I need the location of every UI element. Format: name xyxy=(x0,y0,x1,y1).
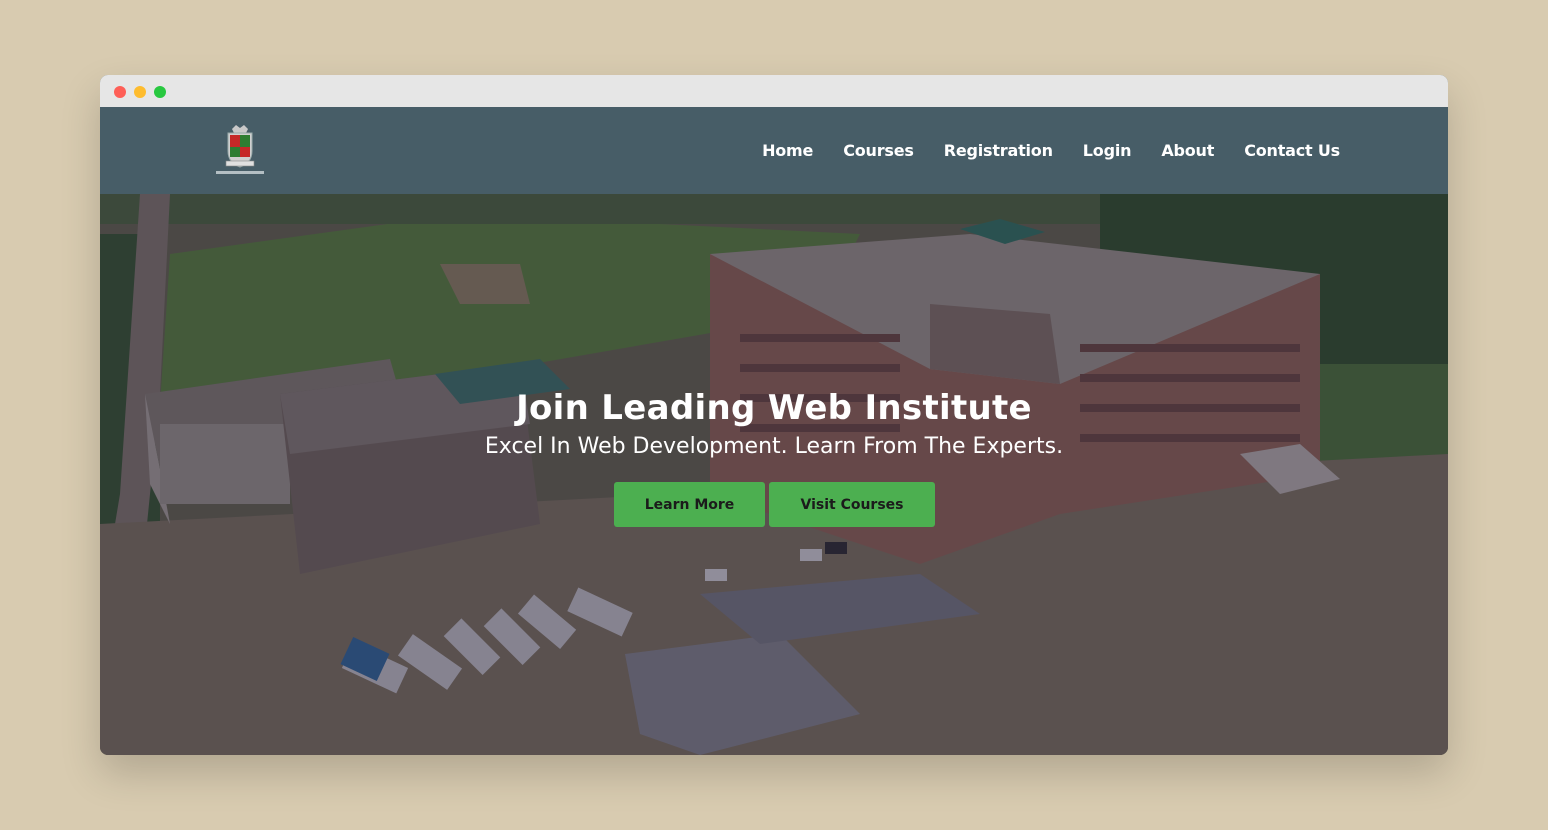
navbar: Home Courses Registration Login About Co… xyxy=(100,107,1448,194)
hero-buttons: Learn More Visit Courses xyxy=(614,482,935,527)
hero-subtitle: Excel In Web Development. Learn From The… xyxy=(484,434,1064,459)
nav-about[interactable]: About xyxy=(1161,141,1214,160)
hero-section: Join Leading Web Institute Excel In Web … xyxy=(100,194,1448,755)
window-titlebar xyxy=(100,75,1448,107)
visit-courses-button[interactable]: Visit Courses xyxy=(769,482,935,527)
nav-login[interactable]: Login xyxy=(1083,141,1132,160)
nav-registration[interactable]: Registration xyxy=(944,141,1053,160)
nav-contact-us[interactable]: Contact Us xyxy=(1244,141,1340,160)
nav-home[interactable]: Home xyxy=(762,141,813,160)
nav-courses[interactable]: Courses xyxy=(843,141,914,160)
maximize-window-button[interactable] xyxy=(154,86,166,98)
main-nav: Home Courses Registration Login About Co… xyxy=(762,107,1340,194)
university-crest-icon[interactable] xyxy=(212,123,268,179)
close-window-button[interactable] xyxy=(114,86,126,98)
minimize-window-button[interactable] xyxy=(134,86,146,98)
learn-more-button[interactable]: Learn More xyxy=(614,482,765,527)
hero-dark-overlay xyxy=(100,194,1448,755)
hero-title: Join Leading Web Institute xyxy=(516,388,1032,428)
browser-window: Home Courses Registration Login About Co… xyxy=(100,75,1448,755)
